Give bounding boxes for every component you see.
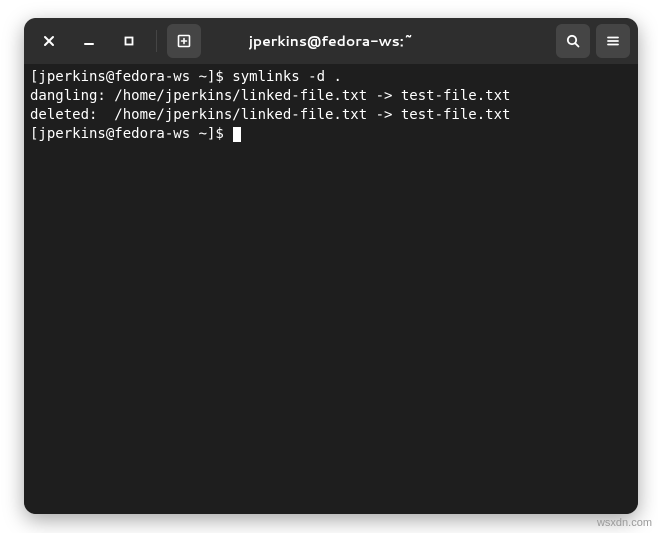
terminal-line: dangling: /home/jperkins/linked-file.txt… bbox=[30, 87, 632, 106]
minimize-button[interactable] bbox=[72, 24, 106, 58]
new-tab-icon bbox=[176, 33, 192, 49]
close-button[interactable] bbox=[32, 24, 66, 58]
search-icon bbox=[565, 33, 581, 49]
minimize-icon bbox=[83, 35, 95, 47]
terminal-line: [jperkins@fedora-ws ~]$ bbox=[30, 125, 632, 144]
menu-button[interactable] bbox=[596, 24, 630, 58]
hamburger-icon bbox=[605, 33, 621, 49]
terminal-window: jperkins@fedora-ws:~ [jperkins@fedora-ws… bbox=[24, 18, 638, 514]
divider bbox=[156, 30, 157, 52]
new-tab-button[interactable] bbox=[167, 24, 201, 58]
maximize-icon bbox=[123, 35, 135, 47]
terminal-line: [jperkins@fedora-ws ~]$ symlinks -d . bbox=[30, 68, 632, 87]
terminal-content[interactable]: [jperkins@fedora-ws ~]$ symlinks -d .dan… bbox=[24, 64, 638, 514]
watermark: wsxdn.com bbox=[597, 517, 652, 529]
command: symlinks -d . bbox=[232, 69, 342, 85]
headerbar-right bbox=[556, 24, 630, 58]
prompt: [jperkins@fedora-ws ~]$ bbox=[30, 69, 232, 85]
close-icon bbox=[43, 35, 55, 47]
headerbar: jperkins@fedora-ws:~ bbox=[24, 18, 638, 64]
headerbar-left bbox=[32, 24, 201, 58]
prompt: [jperkins@fedora-ws ~]$ bbox=[30, 126, 232, 142]
maximize-button[interactable] bbox=[112, 24, 146, 58]
search-button[interactable] bbox=[556, 24, 590, 58]
cursor bbox=[233, 127, 241, 142]
terminal-line: deleted: /home/jperkins/linked-file.txt … bbox=[30, 106, 632, 125]
